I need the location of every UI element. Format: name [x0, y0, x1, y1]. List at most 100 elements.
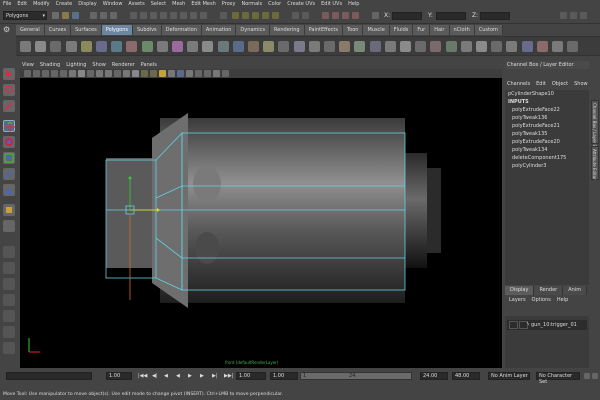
shelf-tool-icon[interactable]	[278, 41, 290, 52]
menu-select[interactable]: Select	[151, 1, 166, 7]
menu-assets[interactable]: Assets	[128, 1, 144, 7]
layout-single-pane-icon[interactable]	[3, 246, 15, 258]
viewport-menu-shading[interactable]: Shading	[40, 62, 60, 68]
viewport-tool-icon[interactable]	[195, 70, 202, 77]
tab-muscle[interactable]: Muscle	[363, 25, 390, 35]
select-by-surface-icon[interactable]	[160, 12, 167, 19]
z-field[interactable]	[480, 12, 510, 20]
channel-box-menu-edit[interactable]: Edit	[536, 81, 546, 87]
menu-edit-mesh[interactable]: Edit Mesh	[191, 1, 215, 7]
select-by-rendering-icon[interactable]	[190, 12, 197, 19]
shelf-tool-icon[interactable]	[50, 41, 62, 52]
current-frame-field[interactable]: 1.00	[106, 372, 132, 380]
shelf-tool-icon[interactable]	[400, 41, 411, 52]
menu-window[interactable]: Window	[103, 1, 123, 7]
tab-painteffects[interactable]: PaintEffects	[304, 25, 343, 35]
layout-four-pane-icon[interactable]	[3, 262, 15, 274]
viewport-tool-icon[interactable]	[168, 70, 175, 77]
lasso-tool-icon[interactable]	[3, 84, 15, 96]
viewport-front[interactable]: front (defaultRenderLayer)	[20, 78, 502, 368]
tab-curves[interactable]: Curves	[44, 25, 72, 35]
range-slider[interactable]: 1 24	[300, 372, 412, 380]
save-scene-icon[interactable]	[72, 12, 79, 19]
viewport-tool-icon[interactable]	[213, 70, 220, 77]
layer-menu-layers[interactable]: Layers	[509, 297, 526, 303]
tab-animation[interactable]: Animation	[201, 25, 237, 35]
step-forward-frame-icon[interactable]: ▶	[200, 373, 204, 379]
go-to-end-icon[interactable]: ▶▶|	[224, 373, 233, 379]
select-by-joint-icon[interactable]	[140, 12, 147, 19]
go-to-start-icon[interactable]: |◀◀	[138, 373, 147, 379]
channel-box-input-item[interactable]: polyTweak136	[505, 114, 589, 122]
viewport-tool-icon[interactable]	[123, 70, 130, 77]
viewport-tool-icon[interactable]	[159, 70, 166, 77]
shelf-tool-icon[interactable]	[354, 41, 366, 52]
render-view-icon[interactable]	[322, 12, 329, 19]
shelf-tool-icon[interactable]	[460, 41, 472, 52]
snap-grid-icon[interactable]	[232, 12, 239, 19]
shelf-tool-icon[interactable]	[384, 41, 396, 52]
shelf-tool-icon[interactable]	[415, 41, 427, 52]
auto-key-icon[interactable]	[584, 373, 590, 379]
channel-box-menu-channels[interactable]: Channels	[507, 81, 530, 87]
shelf-tool-icon[interactable]	[35, 41, 47, 52]
step-back-frame-icon[interactable]: ◀	[164, 373, 168, 379]
select-tool-icon[interactable]	[3, 68, 15, 80]
paint-select-tool-icon[interactable]	[3, 100, 15, 112]
menu-modify[interactable]: Modify	[33, 1, 50, 7]
viewport-tool-icon[interactable]	[204, 70, 211, 77]
viewport-tool-icon[interactable]	[222, 70, 229, 77]
universal-manipulator-icon[interactable]	[3, 168, 15, 180]
tab-fur[interactable]: Fur	[413, 25, 431, 35]
channel-box-input-item[interactable]: polyExtrudeFace22	[505, 106, 589, 114]
menu-color[interactable]: Color	[268, 1, 281, 7]
tab-dynamics[interactable]: Dynamics	[236, 25, 271, 35]
tab-hair[interactable]: Hair	[430, 25, 450, 35]
layer-visibility-icon[interactable]	[509, 321, 529, 329]
shelf-tool-icon[interactable]	[324, 41, 335, 52]
move-tool-icon[interactable]	[3, 120, 15, 132]
layout-outliner-icon[interactable]	[3, 294, 15, 306]
history-icon[interactable]	[292, 12, 299, 19]
new-scene-icon[interactable]	[52, 12, 59, 19]
viewport-tool-icon[interactable]	[42, 70, 49, 77]
layout-graph-editor-icon[interactable]	[3, 310, 15, 322]
shelf-tool-icon[interactable]	[111, 41, 123, 52]
channel-box-input-item[interactable]: polyTweak135	[505, 130, 589, 138]
x-field[interactable]	[392, 12, 422, 20]
last-tool-icon[interactable]	[3, 220, 15, 232]
tab-general[interactable]: General	[16, 25, 45, 35]
render-frame-icon[interactable]	[332, 12, 339, 19]
menu-display[interactable]: Display	[78, 1, 96, 7]
viewport-tool-icon[interactable]	[96, 70, 103, 77]
select-component-icon[interactable]	[110, 12, 117, 19]
tab-fluids[interactable]: Fluids	[389, 25, 414, 35]
channel-box-input-item[interactable]: polyExtrudeFace21	[505, 122, 589, 130]
playback-start-field[interactable]: 1.00	[270, 372, 298, 380]
viewport-tool-icon[interactable]	[177, 70, 184, 77]
viewport-tool-icon[interactable]	[51, 70, 58, 77]
select-object-icon[interactable]	[100, 12, 107, 19]
input-field-mode-icon[interactable]	[372, 12, 379, 19]
range-start-field[interactable]: 1.00	[236, 372, 266, 380]
shelf-tool-icon[interactable]	[339, 41, 351, 52]
viewport-tool-icon[interactable]	[60, 70, 67, 77]
shelf-tool-icon[interactable]	[96, 41, 107, 52]
shelf-tool-icon[interactable]	[293, 41, 305, 52]
menu-edit[interactable]: Edit	[17, 1, 27, 7]
select-by-misc-icon[interactable]	[200, 12, 207, 19]
channel-box-input-item[interactable]: polyExtrudeFace20	[505, 138, 589, 146]
character-set-select[interactable]: No Character Set	[536, 372, 580, 385]
viewport-tool-icon[interactable]	[24, 70, 31, 77]
shelf-tool-icon[interactable]	[506, 41, 518, 52]
layer-menu-options[interactable]: Options	[532, 297, 551, 303]
menu-mesh[interactable]: Mesh	[172, 1, 185, 7]
tool-settings-toggle-icon[interactable]	[570, 12, 577, 19]
menu-help[interactable]: Help	[348, 1, 359, 7]
shelf-tool-icon[interactable]	[217, 41, 229, 52]
tab-ncloth[interactable]: nCloth	[449, 25, 475, 35]
shelf-tool-icon[interactable]	[126, 41, 138, 52]
viewport-canvas[interactable]	[20, 78, 502, 368]
viewport-menu-panels[interactable]: Panels	[141, 62, 157, 68]
layer-row[interactable]: gun_10:trigger_01	[507, 320, 587, 330]
